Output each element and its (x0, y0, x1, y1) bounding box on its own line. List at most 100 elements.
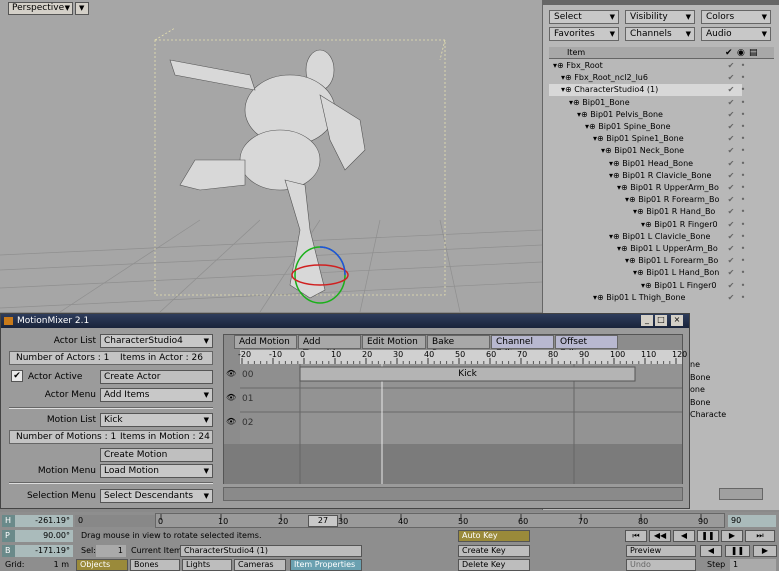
objects-button[interactable]: Objects (76, 559, 128, 571)
check-icon[interactable]: ✔ (725, 60, 737, 72)
check-icon[interactable]: ✔ (725, 280, 737, 292)
check-icon[interactable]: ✔ (725, 84, 737, 96)
scene-tree-item[interactable]: ▾⊕ Bip01 L Forearm_Bo (549, 255, 742, 267)
cameras-button[interactable]: Cameras (234, 559, 286, 571)
mixer-title-bar[interactable]: MotionMixer 2.1 _ □ × (1, 314, 689, 328)
create-motion-button[interactable]: Create Motion (100, 448, 213, 462)
expand-icon[interactable]: ▾⊕ (609, 171, 622, 180)
pause-icon[interactable]: ❚❚ (725, 545, 750, 557)
prev-key-icon[interactable]: ◀◀ (649, 530, 671, 542)
delete-key-button[interactable]: Delete Key (458, 559, 530, 571)
check-icon[interactable]: ✔ (725, 194, 737, 206)
expand-icon[interactable]: ▾⊕ (633, 268, 646, 277)
view-options-button[interactable]: ▼ (75, 2, 89, 15)
scene-tree-item[interactable]: ▾⊕ Bip01 R Hand_Bo (549, 206, 742, 218)
check-icon[interactable]: ✔ (725, 255, 737, 267)
check-icon[interactable]: ✔ (725, 231, 737, 243)
tab-offset-editor[interactable]: Offset Editor (555, 335, 618, 359)
current-frame-handle[interactable]: 27 (308, 515, 338, 527)
expand-icon[interactable]: ▾⊕ (641, 220, 654, 229)
actor-menu-dropdown[interactable]: Add Items (100, 388, 213, 402)
play-icon[interactable]: ▶ (753, 545, 777, 557)
scene-tree-item[interactable]: ▾⊕ Bip01 Head_Bone (549, 158, 742, 170)
eye-icon[interactable]: 👁 (226, 417, 236, 426)
expand-icon[interactable]: ▾⊕ (569, 98, 582, 107)
selection-menu-dropdown[interactable]: Select Descendants (100, 489, 213, 503)
scene-tree-item[interactable]: ▾⊕ Fbx_Root_ncl2_lu6 (549, 72, 742, 84)
pause-icon[interactable]: ❚❚ (697, 530, 719, 542)
check-icon[interactable]: ✔ (725, 72, 737, 84)
expand-icon[interactable]: ▾⊕ (593, 134, 606, 143)
channels-dropdown[interactable]: Channels (625, 27, 695, 41)
scene-tree-item[interactable]: ▾⊕ Bip01 L UpperArm_Bo (549, 243, 742, 255)
check-icon[interactable]: ✔ (725, 121, 737, 133)
tab-channel-editor[interactable]: Channel Editor (491, 335, 554, 359)
scene-tree[interactable]: ▾⊕ Fbx_Root ✔ • ▾⊕ Fbx_Root_ncl2_lu6 ✔ • ▾⊕ Ch… (549, 60, 774, 310)
step-field[interactable]: 1 (730, 559, 776, 571)
create-actor-button[interactable]: Create Actor (100, 370, 213, 384)
dot-icon[interactable]: • (737, 133, 749, 145)
p-value-field[interactable]: 90.00° (15, 530, 73, 542)
bones-button[interactable]: Bones (130, 559, 180, 571)
check-icon[interactable]: ✔ (725, 133, 737, 145)
dot-icon[interactable]: • (737, 158, 749, 170)
dot-icon[interactable]: • (737, 231, 749, 243)
timeline-scrollbar[interactable] (223, 487, 683, 501)
check-icon[interactable]: ✔ (725, 97, 737, 109)
motion-list-dropdown[interactable]: Kick (100, 413, 213, 427)
first-frame-icon[interactable]: ⏮ (625, 530, 647, 542)
scene-tree-item[interactable]: ▾⊕ Bip01 Spine_Bone (549, 121, 742, 133)
expand-icon[interactable]: ▾⊕ (585, 122, 598, 131)
actor-active-checkbox[interactable]: ✔ (11, 370, 23, 382)
eye-icon[interactable]: 👁 (226, 369, 236, 378)
scene-scrollbar[interactable] (719, 488, 763, 500)
select-dropdown[interactable]: Select (549, 10, 619, 24)
dot-icon[interactable]: • (737, 267, 749, 279)
3d-viewport[interactable]: Perspective ▼ ▼ (0, 0, 542, 312)
dot-icon[interactable]: • (737, 194, 749, 206)
dot-icon[interactable]: • (737, 182, 749, 194)
expand-icon[interactable]: ▾⊕ (577, 110, 590, 119)
expand-icon[interactable]: ▾⊕ (601, 146, 614, 155)
expand-icon[interactable]: ▾⊕ (561, 73, 574, 82)
close-icon[interactable]: × (671, 315, 683, 326)
scene-tree-item[interactable]: ▾⊕ Bip01 L Finger0 (549, 280, 742, 292)
dot-icon[interactable]: • (737, 109, 749, 121)
scene-tree-item[interactable]: ▾⊕ Bip01_Bone (549, 97, 742, 109)
favorites-dropdown[interactable]: Favorites (549, 27, 619, 41)
expand-icon[interactable]: ▾⊕ (609, 159, 622, 168)
check-icon[interactable]: ✔ (725, 109, 737, 121)
dot-icon[interactable]: • (737, 255, 749, 267)
tab-edit-motion[interactable]: Edit Motion (362, 335, 426, 349)
check-icon[interactable]: ✔ (725, 243, 737, 255)
expand-icon[interactable]: ▾⊕ (593, 293, 606, 302)
b-value-field[interactable]: -171.19° (15, 545, 73, 557)
current-item-dropdown[interactable]: CharacterStudio4 (1) (180, 545, 362, 557)
check-icon[interactable]: ✔ (725, 292, 737, 304)
expand-icon[interactable]: ▾⊕ (633, 207, 646, 216)
dot-icon[interactable]: • (737, 145, 749, 157)
visibility-dropdown[interactable]: Visibility (625, 10, 695, 24)
motion-menu-dropdown[interactable]: Load Motion (100, 464, 213, 478)
scene-tree-item[interactable]: ▾⊕ Bip01 L Thigh_Bone (549, 292, 742, 304)
tab-add-transition[interactable]: Add Transition (298, 335, 361, 359)
view-mode-dropdown[interactable]: Perspective ▼ (8, 2, 73, 15)
mixer-timeline[interactable]: Add Motion Add Transition Edit Motion Ba… (223, 334, 687, 484)
dot-icon[interactable]: • (737, 219, 749, 231)
end-frame-field[interactable]: 90 (728, 515, 776, 527)
actor-list-dropdown[interactable]: CharacterStudio4 (100, 334, 213, 348)
check-icon[interactable]: ✔ (725, 182, 737, 194)
dot-icon[interactable]: • (737, 170, 749, 182)
scene-tree-item[interactable]: ▾⊕ CharacterStudio4 (1) (549, 84, 742, 97)
check-icon[interactable]: ✔ (725, 267, 737, 279)
scene-tree-item[interactable]: ▾⊕ Bip01 L Hand_Bon (549, 267, 742, 279)
dot-icon[interactable]: • (737, 72, 749, 84)
last-frame-icon[interactable]: ⏭ (745, 530, 775, 542)
tab-add-motion[interactable]: Add Motion (234, 335, 297, 349)
expand-icon[interactable]: ▾⊕ (617, 244, 630, 253)
dot-icon[interactable]: • (737, 280, 749, 292)
minimize-icon[interactable]: _ (641, 315, 653, 326)
create-key-button[interactable]: Create Key (458, 545, 530, 557)
lights-button[interactable]: Lights (182, 559, 232, 571)
scene-tree-item[interactable]: ▾⊕ Bip01 R UpperArm_Bo (549, 182, 742, 194)
